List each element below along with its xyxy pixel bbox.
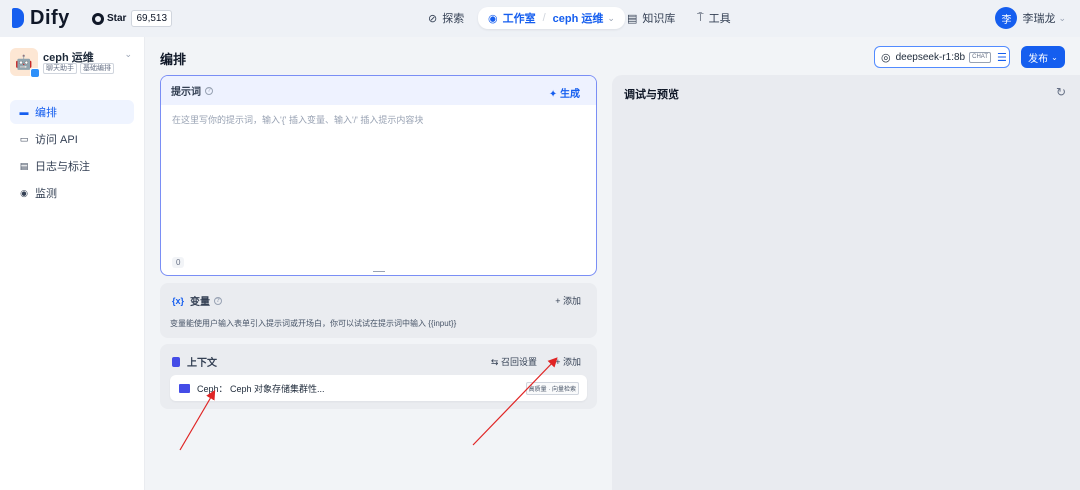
github-star-count: 69,513 [131,10,173,27]
resize-handle[interactable] [373,271,385,272]
generate-button[interactable]: ✦ 生成 [549,85,580,100]
layout-icon: ▬ [19,107,29,117]
app-tag: 聊天助手 [43,63,77,74]
folder-icon [179,383,190,393]
refresh-icon[interactable]: ↻ [1056,85,1066,99]
nav-studio[interactable]: ◉ 工作室 / ceph 运维 ⌄ [478,7,625,29]
file-list-icon: ▤ [19,160,29,171]
recall-label: 召回设置 [500,357,537,367]
settings-icon: ⇆ [490,357,499,367]
github-star-label: Star [107,13,127,24]
user-name: 李瑞龙 [1022,13,1056,25]
sidebar-item-api[interactable]: ▭ 访问 API [10,127,134,151]
recall-settings-button[interactable]: ⇆ 召回设置 [491,355,537,368]
plus-icon: + [555,296,561,306]
sidebar-item-monitor[interactable]: ◉ 监测 [10,181,134,205]
sliders-icon[interactable]: ☰ [997,51,1007,64]
add-label: 添加 [562,296,581,306]
robot-icon: ◉ [488,12,498,25]
app-tag: 基础编排 [80,63,114,74]
book-icon: ▤ [627,12,638,25]
nav-knowledge-label: 知识库 [642,13,676,25]
app-switcher[interactable]: 🤖 ceph 运维 ⌄ 聊天助手 基础编排 [10,47,136,78]
logo-mark-icon [12,8,24,28]
model-selector-button[interactable]: ◎ deepseek-r1:8b CHAT ☰ [874,46,1010,68]
terminal-icon: ▭ [19,133,29,144]
context-label: 上下文 [187,358,217,369]
nav-separator: / [542,12,546,24]
github-icon [92,12,104,25]
sidebar-item-label: 监测 [35,188,57,200]
sparkle-icon: ✦ [548,89,558,100]
sidebar-item-label: 编排 [35,107,57,119]
hammer-icon: ⍑ [697,11,704,24]
avatar: 李 [995,7,1018,29]
ollama-icon: ◎ [881,51,891,64]
char-count: 0 [172,257,185,268]
variables-label: 变量 [190,297,211,308]
page-title: 编排 [160,52,187,67]
help-icon[interactable]: ? [205,86,213,95]
logo-text: Dify [30,7,70,29]
file-icon [172,356,180,367]
variables-section: {x} 变量 ? + 添加 变量能使用户输入表单引入提示词或开场白，你可以试试在… [160,283,597,338]
dify-logo[interactable]: Dify [12,8,70,28]
dataset-name: Ceph： Ceph 对象存储集群性... [197,383,325,394]
compass-icon: ⊘ [428,12,438,25]
chevron-down-icon[interactable]: ⌄ [124,49,132,60]
add-context-button[interactable]: + 添加 [555,355,581,368]
publish-label: 发布 [1028,53,1049,65]
app-robot-icon: 🤖 [10,48,40,78]
debug-preview-panel: 调试与预览 ↻ [612,75,1080,490]
model-name: deepseek-r1:8b [895,51,966,63]
prompt-editor[interactable]: 提示词 ? ✦ 生成 在这里写你的提示词，输入'{' 插入变量、输入'/' 插入… [160,75,597,276]
dataset-item[interactable]: Ceph： Ceph 对象存储集群性... 高质量 · 向量检索 [170,375,587,401]
nav-explore[interactable]: ⊘ 探索 [428,7,464,29]
context-header: 上下文 [172,354,217,369]
chevron-down-icon[interactable]: ⌄ [607,13,615,24]
variables-description: 变量能使用户输入表单引入提示词或开场白，你可以试试在提示词中输入 {{input… [170,319,457,328]
app-tags: 聊天助手 基础编排 [43,63,114,74]
sidebar-item-logs[interactable]: ▤ 日志与标注 [10,154,134,178]
sidebar-item-orchestrate[interactable]: ▬ 编排 [10,100,134,124]
sidebar: 🤖 ceph 运维 ⌄ 聊天助手 基础编排 ▬ 编排 ▭ 访问 API ▤ 日志… [0,37,145,490]
prompt-label: 提示词 [171,87,201,98]
nav-studio-label: 工作室 [502,13,536,25]
nav-app-name[interactable]: ceph 运维 [553,10,604,26]
top-bar: Dify Star 69,513 ⊘ 探索 ◉ 工作室 / ceph 运维 ⌄ … [0,0,1080,37]
help-icon[interactable]: ? [214,296,223,305]
prompt-header: 提示词 ? ✦ 生成 [161,76,596,105]
app-type-badge-icon [30,68,40,78]
debug-title: 调试与预览 [624,89,679,101]
nav-tools[interactable]: ⍑ 工具 [697,7,731,29]
plus-icon: + [555,357,561,367]
github-star-button[interactable]: Star 69,513 [92,10,173,27]
model-mode-badge: CHAT [969,51,991,63]
sidebar-item-label: 日志与标注 [35,161,90,173]
add-label: 添加 [562,357,581,367]
nav-explore-label: 探索 [442,13,465,25]
variable-icon: {x} [172,295,185,306]
variables-header: {x} 变量 ? [172,293,223,308]
nav-tools-label: 工具 [708,13,731,25]
sidebar-item-label: 访问 API [35,134,78,146]
user-menu[interactable]: 李 李瑞龙 ⌄ [995,7,1066,29]
nav-knowledge[interactable]: ▤ 知识库 [627,7,675,29]
add-variable-button[interactable]: + 添加 [555,294,581,307]
context-section: 上下文 ⇆ 召回设置 + 添加 Ceph： Ceph 对象存储集群性... 高质… [160,344,597,409]
dashboard-icon: ◉ [20,187,28,198]
publish-button[interactable]: 发布 ⌄ [1021,46,1065,68]
prompt-input[interactable]: 在这里写你的提示词，输入'{' 插入变量、输入'/' 插入提示内容块 [172,113,423,126]
chevron-down-icon: ⌄ [1058,12,1066,23]
generate-label: 生成 [560,89,580,100]
sidebar-menu: ▬ 编排 ▭ 访问 API ▤ 日志与标注 ◉ 监测 [10,100,134,208]
dataset-tags: 高质量 · 向量检索 [525,382,579,395]
chevron-down-icon: ⌄ [1051,52,1058,62]
